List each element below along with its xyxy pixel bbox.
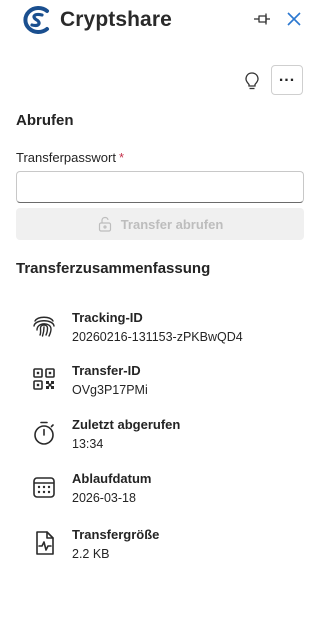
app-brand: Cryptshare bbox=[60, 8, 172, 31]
fingerprint-icon bbox=[33, 316, 55, 337]
summary-item-tracking-id: Tracking-ID 20260216-131153-zPKBwQD4 bbox=[30, 310, 300, 354]
transfer-size-value: 2.2 KB bbox=[72, 547, 110, 561]
retrieve-transfer-button[interactable]: Transfer abrufen bbox=[16, 208, 304, 240]
expiry-date-value: 2026-03-18 bbox=[72, 491, 136, 505]
transfer-id-value: OVg3P17PMi bbox=[72, 383, 148, 397]
cryptshare-logo-icon bbox=[23, 6, 49, 34]
summary-heading: Transferzusammenfassung bbox=[16, 260, 211, 277]
required-marker: * bbox=[118, 150, 124, 165]
expiry-date-title: Ablaufdatum bbox=[72, 471, 152, 486]
summary-item-expiry-date: Ablaufdatum 2026-03-18 bbox=[30, 471, 300, 515]
last-retrieved-value: 13:34 bbox=[72, 437, 104, 451]
retrieve-transfer-label: Transfer abrufen bbox=[120, 216, 224, 232]
transfer-id-title: Transfer-ID bbox=[72, 363, 141, 378]
tracking-id-value: 20260216-131153-zPKBwQD4 bbox=[72, 330, 243, 344]
more-options-button[interactable]: ... bbox=[271, 65, 303, 95]
summary-item-last-retrieved: Zuletzt abgerufen 13:34 bbox=[30, 417, 300, 461]
file-size-icon bbox=[36, 531, 54, 555]
header: Cryptshare bbox=[0, 0, 316, 40]
calendar-icon bbox=[33, 477, 55, 498]
summary-item-transfer-id: Transfer-ID OVg3P17PMi bbox=[30, 363, 300, 407]
pin-icon[interactable] bbox=[252, 10, 272, 28]
tracking-id-title: Tracking-ID bbox=[72, 310, 143, 325]
last-retrieved-title: Zuletzt abgerufen bbox=[72, 417, 181, 432]
transfer-password-input[interactable] bbox=[16, 171, 304, 203]
qr-code-icon bbox=[33, 368, 55, 390]
lightbulb-icon[interactable] bbox=[243, 71, 261, 91]
close-icon[interactable] bbox=[285, 10, 303, 28]
summary-item-transfer-size: Transfergröße 2.2 KB bbox=[30, 527, 300, 571]
retrieve-heading: Abrufen bbox=[16, 112, 74, 129]
password-label: Transferpasswort * bbox=[16, 150, 124, 165]
timer-icon bbox=[34, 421, 54, 445]
transfer-size-title: Transfergröße bbox=[72, 527, 160, 542]
unlock-icon bbox=[98, 216, 111, 232]
password-label-text: Transferpasswort bbox=[16, 150, 116, 165]
